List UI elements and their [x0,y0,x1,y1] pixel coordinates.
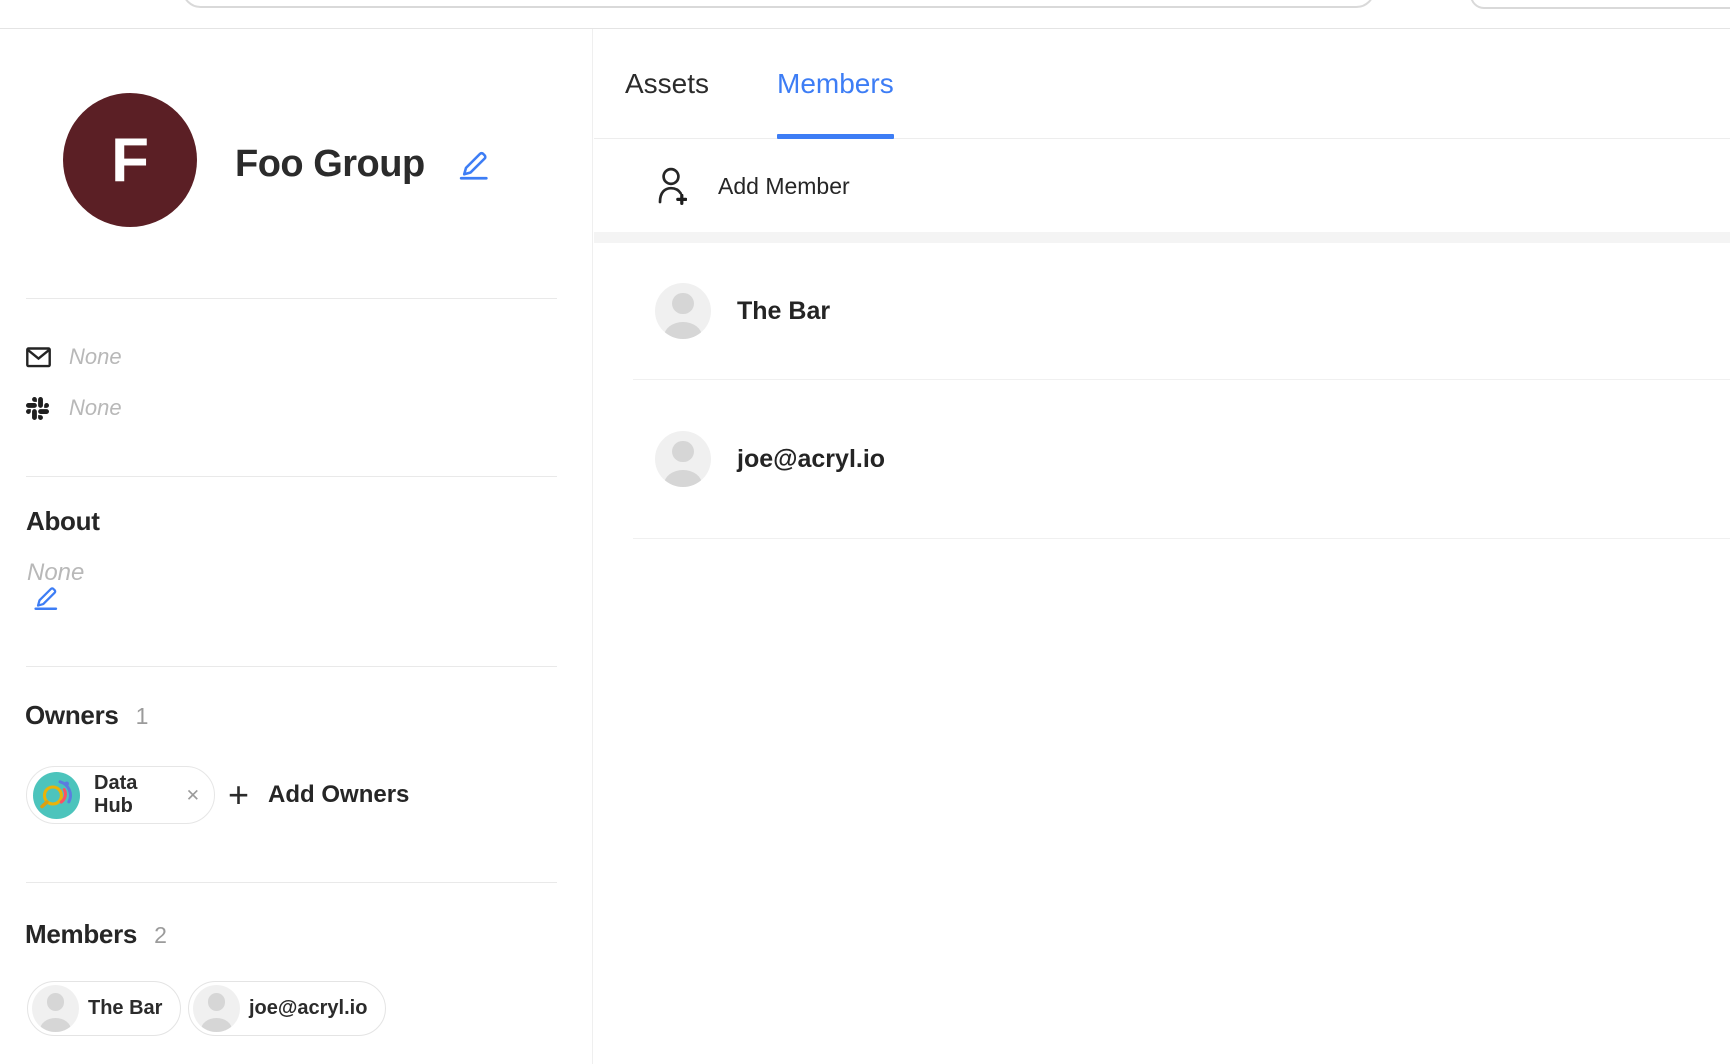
group-profile-sidebar: F Foo Group None [0,29,593,1064]
member-pill-label: The Bar [88,997,162,1020]
members-heading: Members 2 [25,919,167,950]
owners-count: 1 [136,703,149,729]
group-name-title: Foo Group [235,141,425,187]
owners-heading-label: Owners [25,700,119,730]
email-icon [26,347,52,368]
header-button-partial[interactable] [1470,0,1730,9]
member-list-item-the-bar[interactable]: The Bar [594,243,1730,379]
slack-icon [26,397,52,420]
plus-icon: + [228,777,249,813]
about-heading: About [26,506,100,537]
add-member-button[interactable]: Add Member [594,140,1730,232]
owner-pill-label: Data Hub [94,772,175,818]
divider [26,476,557,477]
person-avatar-icon [655,283,711,339]
add-member-label: Add Member [718,173,850,200]
slack-row: None [26,395,122,421]
about-value: None [27,559,84,587]
person-avatar-icon [655,431,711,487]
divider [26,666,557,667]
group-avatar: F [63,93,197,227]
tab-assets[interactable]: Assets [625,29,709,139]
email-row: None [26,344,122,370]
person-avatar-icon [32,985,79,1032]
edit-group-name-icon[interactable] [458,149,490,181]
tab-members[interactable]: Members [777,29,894,139]
global-search-input[interactable] [182,0,1375,8]
app-header [0,0,1730,29]
tab-bar: Assets Members [594,29,1730,139]
members-count: 2 [154,922,167,948]
group-avatar-letter: F [111,125,149,196]
email-value: None [69,344,122,370]
section-gap [594,232,1730,243]
owners-heading: Owners 1 [25,700,148,731]
member-list-item-joe[interactable]: joe@acryl.io [594,380,1730,538]
remove-owner-icon[interactable]: ✕ [186,787,200,804]
add-owners-button[interactable]: + Add Owners [228,766,409,824]
divider [26,298,557,299]
member-pill-label: joe@acryl.io [249,997,367,1020]
person-avatar-icon [193,985,240,1032]
slack-value: None [69,395,122,421]
divider [26,882,557,883]
datahub-logo-icon [33,772,80,819]
edit-about-icon[interactable] [33,585,59,611]
member-pill-joe[interactable]: joe@acryl.io [188,981,386,1036]
members-heading-label: Members [25,919,137,949]
owner-pill-datahub[interactable]: Data Hub ✕ [26,766,215,824]
user-add-icon [658,167,687,206]
group-profile-page: F Foo Group None [0,0,1730,1064]
divider [633,538,1730,539]
member-name: joe@acryl.io [737,445,885,474]
group-detail-main: Assets Members Add Member The Bar joe@ac… [594,29,1730,1064]
add-owners-label: Add Owners [268,781,409,809]
member-pill-the-bar[interactable]: The Bar [27,981,181,1036]
member-name: The Bar [737,297,830,326]
